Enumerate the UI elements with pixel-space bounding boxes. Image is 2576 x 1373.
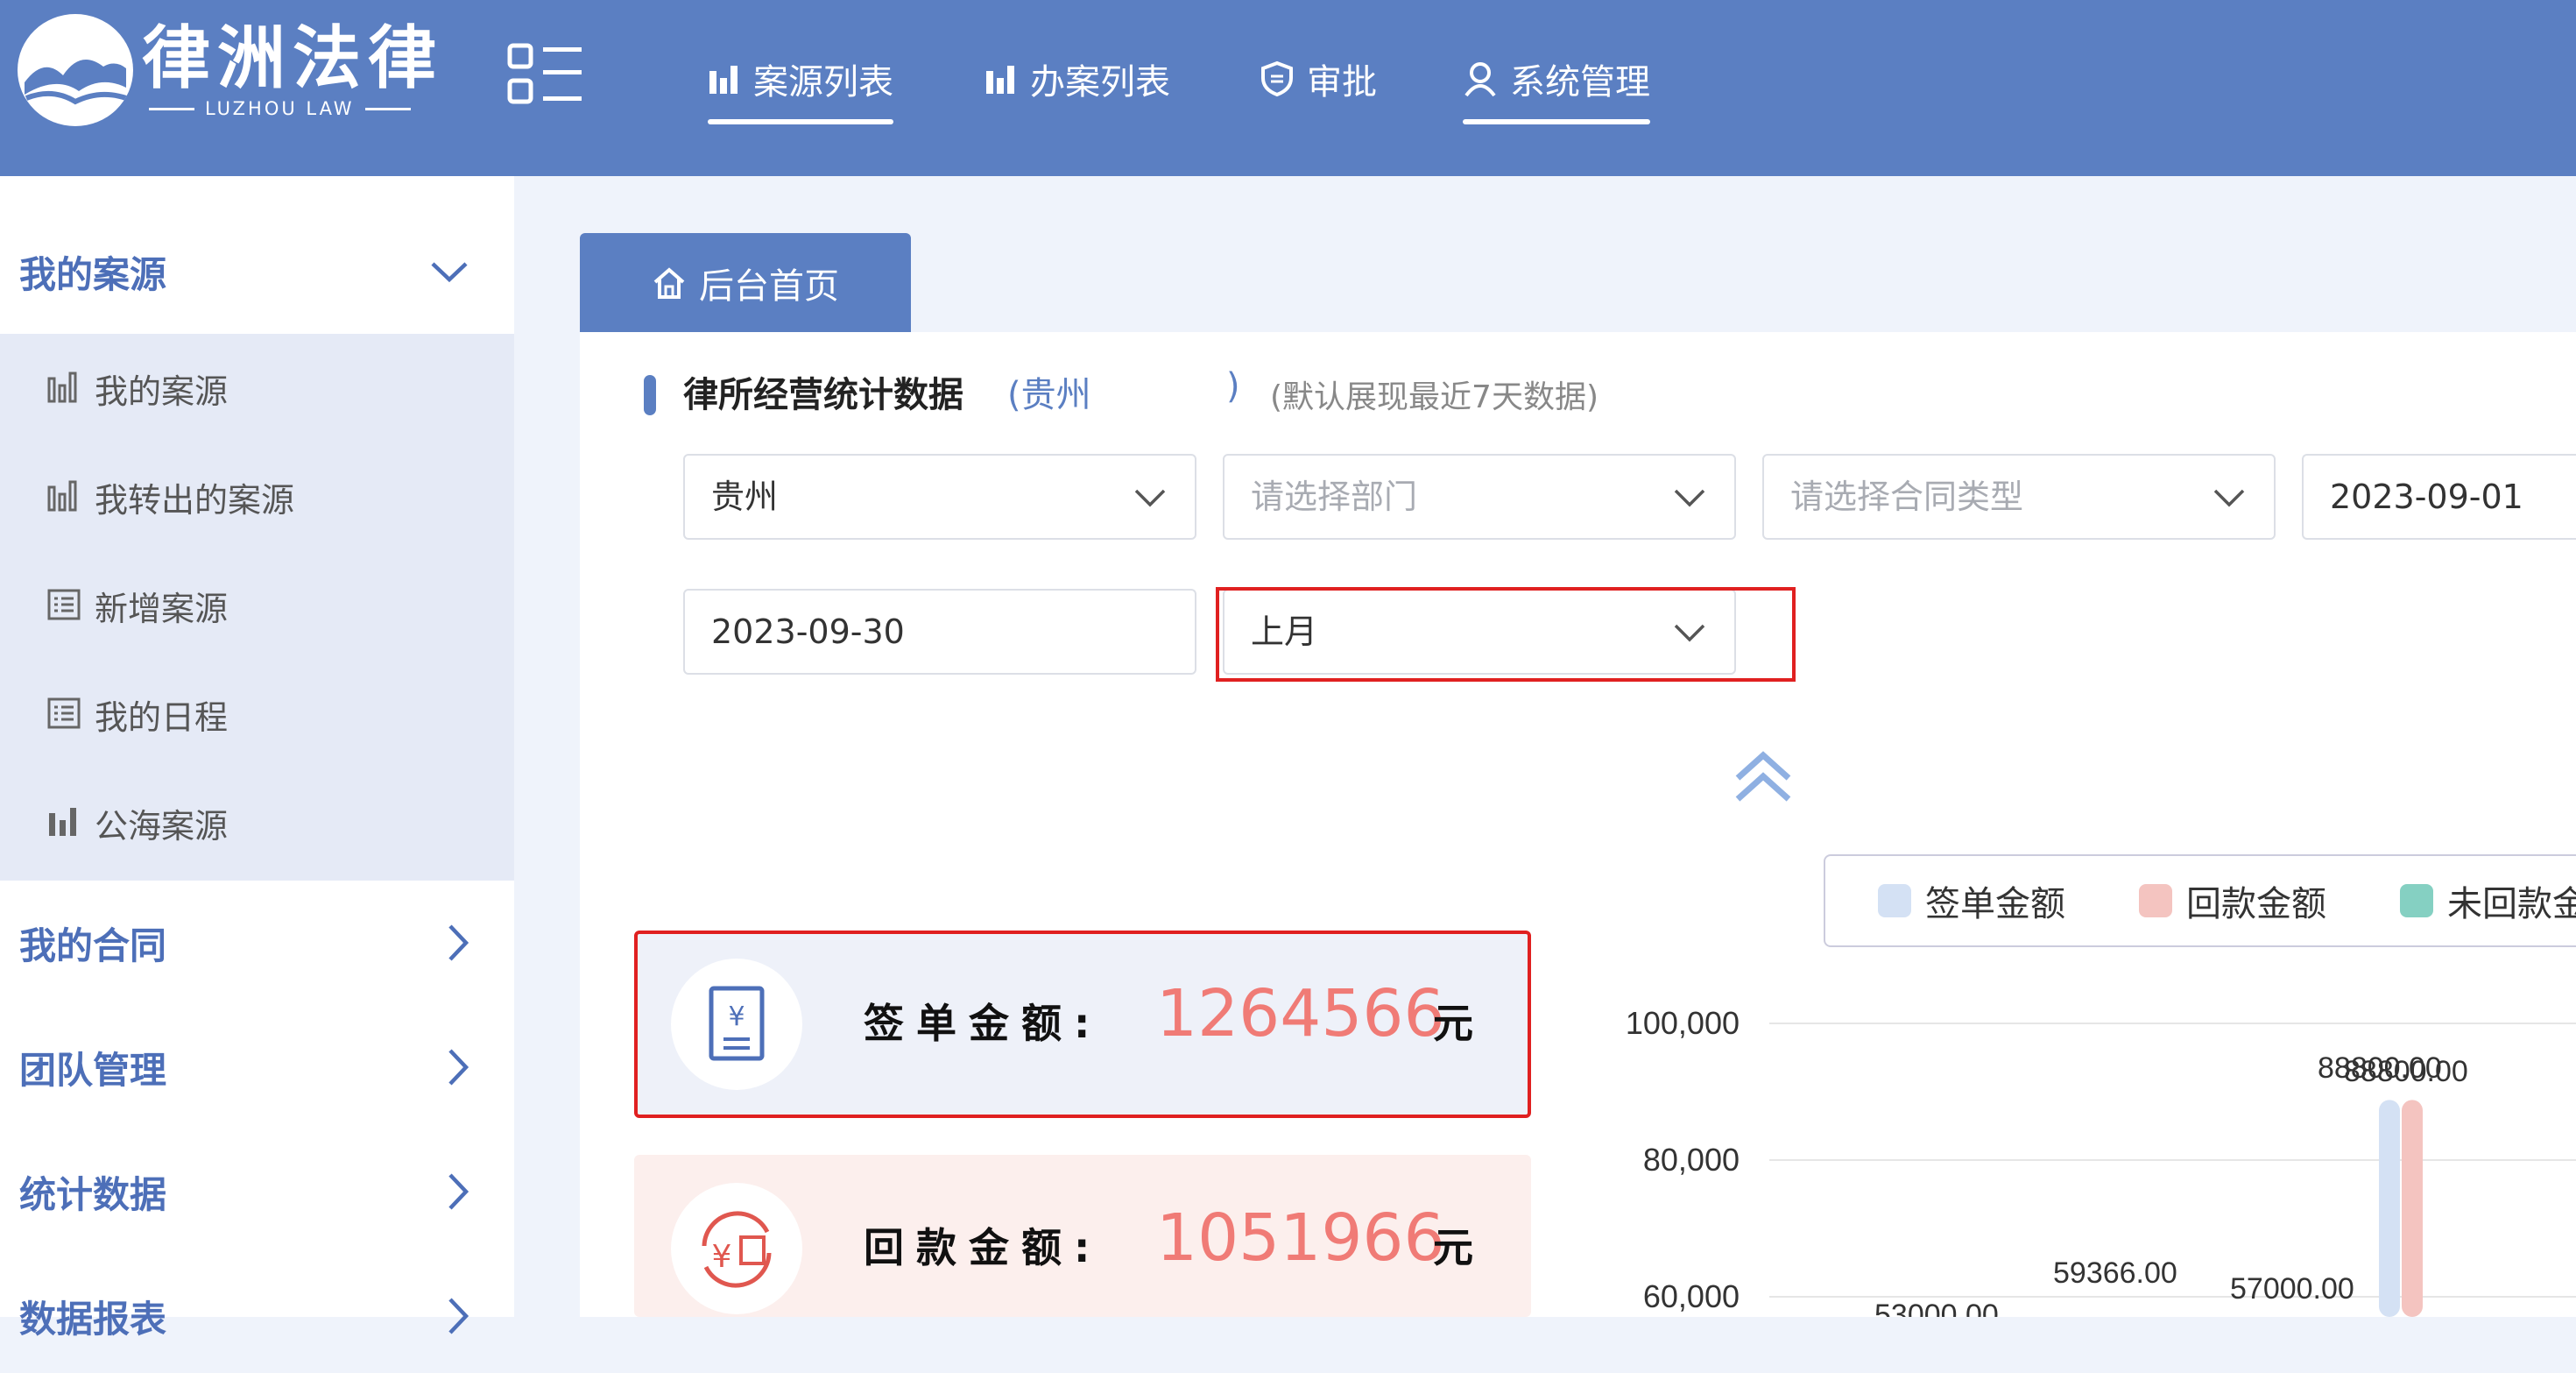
sidebar-group-statistics[interactable]: 统计数据 bbox=[0, 1135, 514, 1249]
bar-returned-amount bbox=[2402, 1100, 2423, 1317]
shield-icon bbox=[1261, 60, 1293, 97]
title-accent-bar bbox=[644, 375, 656, 415]
nav-system-admin[interactable]: 系统管理 bbox=[1463, 44, 1650, 124]
sidebar-group-team-management[interactable]: 团队管理 bbox=[0, 1010, 514, 1124]
sidebar-group-label: 我的案源 bbox=[19, 252, 167, 296]
start-date-input[interactable]: 2023-09-01 bbox=[2302, 454, 2576, 540]
chevron-right-icon bbox=[448, 924, 469, 961]
list-icon bbox=[47, 589, 81, 620]
nav-label: 案源列表 bbox=[753, 62, 893, 103]
sidebar-item-public-cases[interactable]: 公海案源 bbox=[0, 768, 514, 877]
legend-item-unreturned[interactable]: 未回款金 bbox=[2400, 856, 2576, 945]
bar-chart-icon bbox=[709, 66, 738, 94]
stat-unit: 元 bbox=[1433, 1224, 1473, 1271]
chevron-right-icon bbox=[448, 1298, 469, 1334]
chevron-down-icon bbox=[2213, 489, 2245, 507]
sidebar-item-transferred-cases[interactable]: 我转出的案源 bbox=[0, 442, 514, 551]
user-icon bbox=[1464, 62, 1496, 97]
stat-label: 回款金额: bbox=[864, 1224, 1103, 1271]
chevron-down-icon bbox=[1674, 489, 1705, 507]
panel-region: (贵州 bbox=[1007, 375, 1091, 415]
bar-chart-icon bbox=[986, 66, 1014, 94]
legend-item-signed[interactable]: 签单金额 bbox=[1878, 856, 2065, 945]
stat-unit: 元 bbox=[1433, 1000, 1473, 1047]
sidebar-group-label: 我的合同 bbox=[19, 924, 167, 967]
stat-label: 签单金额: bbox=[864, 1000, 1103, 1047]
y-tick-label: 60,000 bbox=[1643, 1278, 1740, 1314]
tab-home[interactable]: 后台首页 bbox=[580, 233, 911, 332]
sidebar-item-label: 我的日程 bbox=[95, 697, 229, 737]
list-icon bbox=[47, 697, 81, 729]
top-header: 律洲法律 LUZHOU LAW 案源列表 办案列表 审批 系统管理 bbox=[0, 0, 2576, 176]
chevron-right-icon bbox=[448, 1173, 469, 1210]
stat-value: 1264566 bbox=[1156, 976, 1445, 1051]
panel-note: (默认展现最近7天数据) bbox=[1270, 379, 1599, 415]
sidebar: 我的案源 我的案源 我转出的案源 新增案源 我的日程 公海案源 我的合同 团队管… bbox=[0, 176, 514, 1341]
y-tick-label: 100,000 bbox=[1626, 1005, 1740, 1041]
legend-swatch bbox=[1878, 884, 1911, 917]
data-label: 59366.00 bbox=[2053, 1256, 2177, 1290]
data-label: 88800.00 bbox=[2344, 1055, 2468, 1088]
home-icon bbox=[653, 266, 685, 299]
nav-label: 审批 bbox=[1307, 62, 1377, 103]
y-tick-label: 80,000 bbox=[1643, 1142, 1740, 1178]
legend-swatch bbox=[2139, 884, 2172, 917]
sidebar-submenu: 我的案源 我转出的案源 新增案源 我的日程 公海案源 bbox=[0, 334, 514, 881]
logo-icon bbox=[18, 14, 133, 126]
menu-toggle-icon[interactable] bbox=[506, 42, 585, 107]
bar-chart-icon bbox=[49, 808, 76, 836]
legend-swatch bbox=[2400, 884, 2433, 917]
sidebar-item-my-schedule[interactable]: 我的日程 bbox=[0, 660, 514, 768]
sidebar-group-data-reports[interactable]: 数据报表 bbox=[0, 1259, 514, 1373]
nav-case-list[interactable]: 案源列表 bbox=[708, 44, 893, 124]
sidebar-group-label: 数据报表 bbox=[19, 1297, 167, 1341]
chevron-down-icon bbox=[1134, 489, 1166, 507]
sidebar-group-my-contracts[interactable]: 我的合同 bbox=[0, 886, 514, 1000]
sidebar-group-label: 团队管理 bbox=[19, 1048, 167, 1092]
sidebar-item-new-case[interactable]: 新增案源 bbox=[0, 551, 514, 660]
nav-label: 办案列表 bbox=[1030, 62, 1170, 103]
logo-subtitle: LUZHOU LAW bbox=[149, 98, 411, 119]
stat-card-signed: ¥ 签单金额: 1264566 元 bbox=[634, 931, 1531, 1118]
panel-region-close: ) bbox=[1226, 366, 1240, 407]
panel-title: 律所经营统计数据 bbox=[683, 375, 963, 415]
collapse-up-icon[interactable] bbox=[1733, 750, 1794, 808]
bar-chart-icon bbox=[47, 372, 77, 403]
logo-title: 律洲法律 bbox=[142, 18, 444, 98]
sidebar-group-my-cases[interactable]: 我的案源 bbox=[0, 215, 514, 329]
end-date-input[interactable]: 2023-09-30 bbox=[683, 589, 1196, 675]
bar-chart-icon bbox=[47, 480, 77, 512]
sidebar-item-label: 新增案源 bbox=[95, 589, 229, 628]
stat-value: 1051966 bbox=[1156, 1200, 1445, 1276]
svg-text:¥: ¥ bbox=[712, 1239, 732, 1275]
region-select[interactable]: 贵州 bbox=[683, 454, 1196, 540]
highlight-box bbox=[1216, 587, 1796, 682]
bar-chart: 100,000 80,000 60,000 88800.00 88800.00 … bbox=[1626, 1005, 2576, 1317]
nav-active-underline bbox=[1463, 119, 1650, 124]
payment-return-icon: ¥ bbox=[671, 1183, 802, 1314]
nav-label: 系统管理 bbox=[1510, 62, 1650, 103]
stat-card-returned: ¥ 回款金额: 1051966 元 bbox=[634, 1155, 1531, 1317]
sidebar-item-label: 我转出的案源 bbox=[95, 480, 295, 520]
chevron-down-icon bbox=[431, 262, 468, 283]
svg-text:¥: ¥ bbox=[728, 1001, 745, 1032]
data-label: 57000.00 bbox=[2230, 1272, 2354, 1306]
data-label: 53000.00 bbox=[1874, 1299, 1999, 1317]
department-select[interactable]: 请选择部门 bbox=[1223, 454, 1736, 540]
sidebar-item-my-cases[interactable]: 我的案源 bbox=[0, 334, 514, 442]
legend-item-returned[interactable]: 回款金额 bbox=[2139, 856, 2326, 945]
nav-approval[interactable]: 审批 bbox=[1260, 44, 1377, 114]
contract-yuan-icon: ¥ bbox=[671, 959, 802, 1090]
sidebar-group-label: 统计数据 bbox=[19, 1172, 167, 1216]
contract-type-select[interactable]: 请选择合同类型 bbox=[1762, 454, 2276, 540]
sidebar-item-label: 公海案源 bbox=[95, 806, 229, 846]
chevron-right-icon bbox=[448, 1049, 469, 1086]
sidebar-item-label: 我的案源 bbox=[95, 372, 229, 411]
bar-signed-amount bbox=[2379, 1100, 2400, 1317]
nav-active-underline bbox=[708, 119, 893, 124]
tab-label: 后台首页 bbox=[699, 265, 839, 307]
chart-legend: 签单金额 回款金额 未回款金 bbox=[1824, 854, 2576, 947]
nav-handling-list[interactable]: 办案列表 bbox=[985, 44, 1170, 114]
